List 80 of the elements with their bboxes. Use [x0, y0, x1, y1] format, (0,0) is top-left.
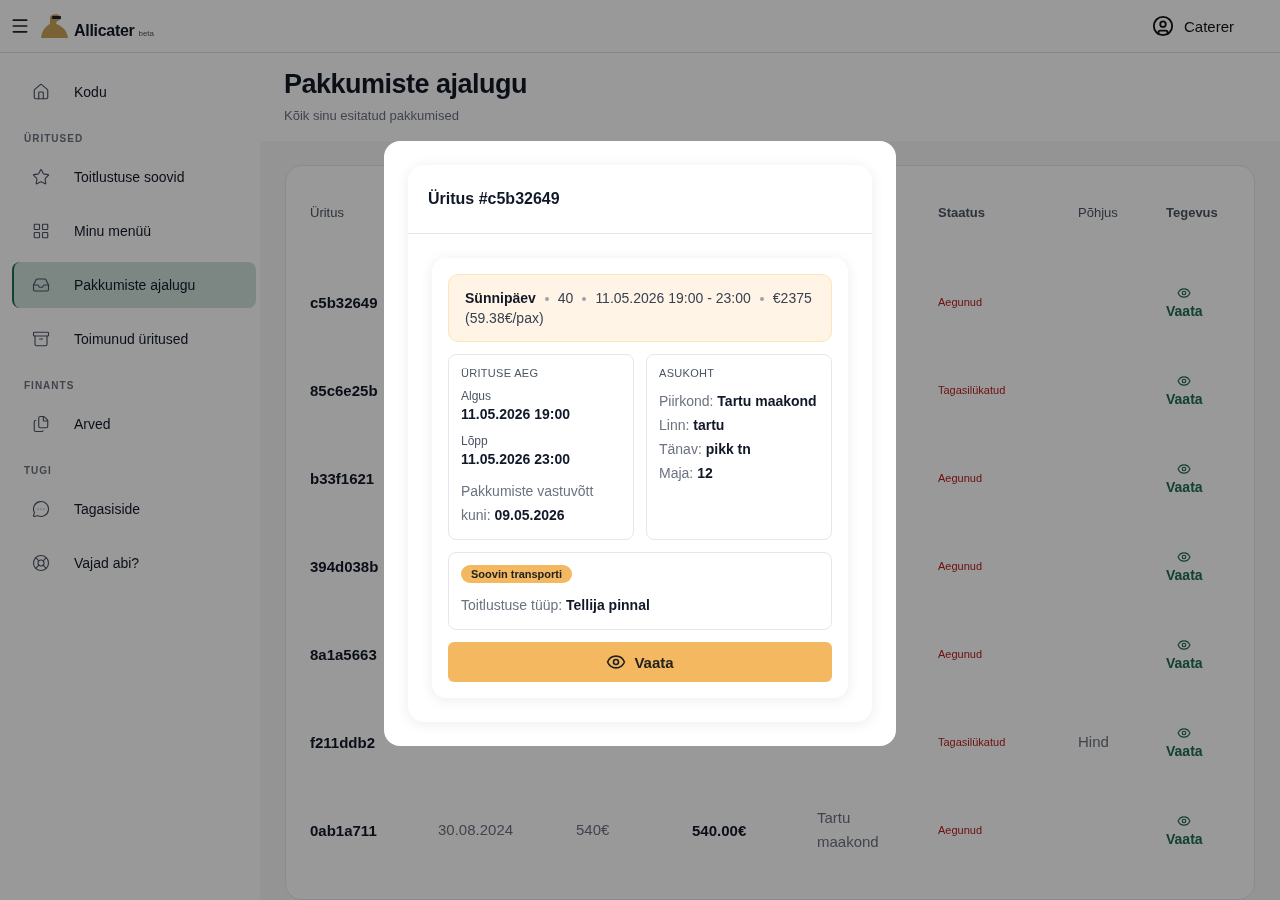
- card-heading: ASUKOHT: [659, 367, 716, 379]
- view-link[interactable]: Vaata: [1166, 813, 1203, 847]
- files-icon: [32, 415, 50, 433]
- view-link[interactable]: Vaata: [1166, 373, 1203, 407]
- sidebar-item[interactable]: Arved: [12, 401, 256, 447]
- eye-icon: [606, 652, 627, 672]
- sidebar-item[interactable]: Toimunud üritused: [12, 316, 256, 362]
- status-text: Aegunud: [938, 648, 983, 660]
- table-cell-text: 30.08.2024: [438, 820, 514, 840]
- location-line: Piirkond: Tartu maakond: [659, 393, 817, 409]
- status-text: Aegunud: [938, 296, 983, 308]
- field-value: 11.05.2026 23:00: [461, 451, 571, 467]
- sidebar-item[interactable]: Kodu: [12, 69, 256, 115]
- table-cell-text: 540€: [576, 820, 610, 840]
- logo-text: Allicater: [74, 22, 135, 40]
- event-summary: Sünnipäev 40 11.05.2026 19:00 - 23:00 €2375 (59.38€/pax): [448, 274, 832, 342]
- eye-icon: [1177, 285, 1192, 300]
- user-icon: [1151, 15, 1174, 37]
- view-link[interactable]: Vaata: [1166, 725, 1203, 759]
- inbox-icon: [32, 276, 50, 294]
- eye-icon: [1177, 461, 1192, 476]
- table-cell: b33f1621: [310, 469, 375, 487]
- sidebar-item[interactable]: Minu menüü: [12, 208, 256, 254]
- field-label: Algus: [461, 389, 493, 403]
- table-cell: f211ddb2: [310, 733, 376, 751]
- archive-icon: [32, 330, 50, 348]
- status-text: Aegunud: [938, 560, 983, 572]
- deadline-text: Pakkumiste vastuvõtt kuni: 09.05.2026: [461, 483, 594, 523]
- sidebar-item[interactable]: Vajad abi?: [12, 540, 256, 586]
- column-header: Põhjus: [1078, 204, 1118, 220]
- status-text: Aegunud: [938, 824, 983, 836]
- page-subtitle: Kõik sinu esitatud pakkumised: [284, 108, 460, 123]
- view-link[interactable]: Vaata: [1166, 461, 1203, 495]
- star-icon: [32, 168, 50, 186]
- modal-title: Üritus #c5b32649: [428, 190, 560, 208]
- sidebar-section-label: TUGI: [23, 464, 53, 478]
- status-text: Tagasilükatud: [938, 736, 1006, 748]
- sidebar-section-label: FINANTS: [23, 379, 76, 393]
- sidebar-section-label: ÜRITUSED: [23, 131, 85, 146]
- view-button[interactable]: Vaata: [448, 642, 832, 682]
- table-cell: 8a1a5663: [310, 645, 377, 663]
- view-link[interactable]: Vaata: [1166, 549, 1203, 583]
- eye-icon: [1177, 813, 1192, 828]
- status-text: Tagasilükatud: [938, 384, 1006, 396]
- transport-badge: Soovin transporti: [461, 565, 573, 583]
- user-menu[interactable]: Caterer: [1145, 14, 1240, 38]
- table-cell: 85c6e25b: [310, 381, 378, 399]
- table-cell: c5b32649: [310, 293, 378, 311]
- location-line: Linn: tartu: [659, 417, 725, 433]
- chat-icon: [32, 500, 50, 518]
- table-cell-text: Tartu maakond: [817, 808, 880, 852]
- eye-icon: [1177, 637, 1192, 652]
- eye-icon: [1177, 725, 1192, 740]
- status-text: Aegunud: [938, 472, 983, 484]
- eye-icon: [1177, 373, 1192, 388]
- eye-icon: [1177, 549, 1192, 564]
- column-header: Staatus: [938, 204, 985, 220]
- table-cell: 394d038b: [310, 557, 379, 575]
- sidebar-item[interactable]: Tagasiside: [12, 486, 256, 532]
- catering-type-text: Toitlustuse tüüp: Tellija pinnal: [461, 597, 650, 613]
- location-line: Maja: 12: [659, 465, 713, 481]
- view-link[interactable]: Vaata: [1166, 285, 1203, 319]
- sidebar-item[interactable]: Toitlustuse soovid: [12, 154, 256, 200]
- page-title: Pakkumiste ajalugu: [284, 69, 529, 100]
- card-heading: ÜRITUSE AEG: [461, 367, 540, 379]
- table-cell: 540.00€: [692, 821, 747, 839]
- table-cell-text: Hind: [1078, 732, 1110, 752]
- beta-label: beta: [138, 29, 155, 38]
- lifebuoy-icon: [32, 554, 50, 572]
- sidebar-item[interactable]: Pakkumiste ajalugu: [12, 262, 256, 308]
- column-header: Tegevus: [1166, 204, 1218, 220]
- table-cell: 0ab1a711: [310, 821, 377, 839]
- field-label: Lõpp: [461, 434, 489, 448]
- field-value: 11.05.2026 19:00: [461, 406, 571, 422]
- view-link[interactable]: Vaata: [1166, 637, 1203, 671]
- column-header: Üritus: [310, 204, 344, 220]
- menu-button[interactable]: [10, 16, 30, 36]
- grid-icon: [32, 222, 50, 240]
- home-icon: [32, 83, 50, 101]
- location-line: Tänav: pikk tn: [659, 441, 751, 457]
